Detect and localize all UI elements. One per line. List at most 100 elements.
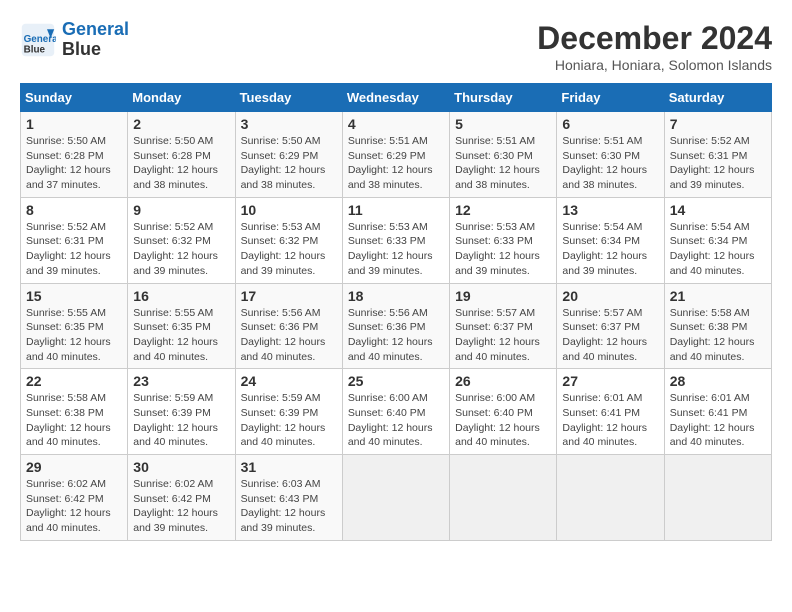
- day-number: 8: [26, 202, 122, 218]
- day-info: Sunrise: 5:56 AM Sunset: 6:36 PM Dayligh…: [348, 306, 444, 365]
- day-info: Sunrise: 5:55 AM Sunset: 6:35 PM Dayligh…: [26, 306, 122, 365]
- day-number: 13: [562, 202, 658, 218]
- calendar-cell: 16Sunrise: 5:55 AM Sunset: 6:35 PM Dayli…: [128, 283, 235, 369]
- calendar-cell: 26 Sunrise: 6:00 AM Sunset: 6:40 PM Dayli…: [450, 369, 557, 455]
- day-number: 30: [133, 459, 229, 475]
- calendar-cell: 19 Sunrise: 5:57 AM Sunset: 6:37 PM Dayli…: [450, 283, 557, 369]
- calendar-week-5: 29 Sunrise: 6:02 AM Sunset: 6:42 PM Dayli…: [21, 455, 772, 541]
- calendar-week-4: 22 Sunrise: 5:58 AM Sunset: 6:38 PM Dayli…: [21, 369, 772, 455]
- calendar-cell: 30Sunrise: 6:02 AM Sunset: 6:42 PM Dayli…: [128, 455, 235, 541]
- day-number: 29: [26, 459, 122, 475]
- day-number: 12: [455, 202, 551, 218]
- day-number: 23: [133, 373, 229, 389]
- day-info: Sunrise: 5:51 AM Sunset: 6:30 PM Dayligh…: [562, 134, 658, 193]
- day-info: Sunrise: 5:52 AM Sunset: 6:31 PM Dayligh…: [26, 220, 122, 279]
- calendar-header: SundayMondayTuesdayWednesdayThursdayFrid…: [21, 84, 772, 112]
- day-number: 4: [348, 116, 444, 132]
- column-header-wednesday: Wednesday: [342, 84, 449, 112]
- calendar-cell: 28 Sunrise: 6:01 AM Sunset: 6:41 PM Dayli…: [664, 369, 771, 455]
- calendar-cell: 4 Sunrise: 5:51 AM Sunset: 6:29 PM Daylig…: [342, 112, 449, 198]
- day-info: Sunrise: 5:58 AM Sunset: 6:38 PM Dayligh…: [670, 306, 766, 365]
- logo: General Blue General Blue: [20, 20, 129, 60]
- calendar-cell: 6 Sunrise: 5:51 AM Sunset: 6:30 PM Daylig…: [557, 112, 664, 198]
- day-info: Sunrise: 5:51 AM Sunset: 6:30 PM Dayligh…: [455, 134, 551, 193]
- calendar-cell: 7Sunrise: 5:52 AM Sunset: 6:31 PM Daylig…: [664, 112, 771, 198]
- day-info: Sunrise: 5:56 AM Sunset: 6:36 PM Dayligh…: [241, 306, 337, 365]
- day-number: 5: [455, 116, 551, 132]
- calendar-cell: 22 Sunrise: 5:58 AM Sunset: 6:38 PM Dayli…: [21, 369, 128, 455]
- day-number: 28: [670, 373, 766, 389]
- day-number: 19: [455, 288, 551, 304]
- calendar-week-3: 15 Sunrise: 5:55 AM Sunset: 6:35 PM Dayli…: [21, 283, 772, 369]
- day-number: 15: [26, 288, 122, 304]
- day-info: Sunrise: 5:51 AM Sunset: 6:29 PM Dayligh…: [348, 134, 444, 193]
- calendar-cell: 25 Sunrise: 6:00 AM Sunset: 6:40 PM Dayli…: [342, 369, 449, 455]
- day-number: 18: [348, 288, 444, 304]
- day-number: 6: [562, 116, 658, 132]
- day-info: Sunrise: 5:53 AM Sunset: 6:32 PM Dayligh…: [241, 220, 337, 279]
- calendar-cell: 17 Sunrise: 5:56 AM Sunset: 6:36 PM Dayli…: [235, 283, 342, 369]
- day-info: Sunrise: 5:50 AM Sunset: 6:28 PM Dayligh…: [26, 134, 122, 193]
- day-number: 26: [455, 373, 551, 389]
- column-header-saturday: Saturday: [664, 84, 771, 112]
- day-number: 9: [133, 202, 229, 218]
- column-header-sunday: Sunday: [21, 84, 128, 112]
- day-info: Sunrise: 5:59 AM Sunset: 6:39 PM Dayligh…: [241, 391, 337, 450]
- column-header-friday: Friday: [557, 84, 664, 112]
- day-info: Sunrise: 5:52 AM Sunset: 6:32 PM Dayligh…: [133, 220, 229, 279]
- calendar-cell: 20Sunrise: 5:57 AM Sunset: 6:37 PM Dayli…: [557, 283, 664, 369]
- calendar-table: SundayMondayTuesdayWednesdayThursdayFrid…: [20, 83, 772, 541]
- day-info: Sunrise: 6:03 AM Sunset: 6:43 PM Dayligh…: [241, 477, 337, 536]
- day-number: 1: [26, 116, 122, 132]
- day-info: Sunrise: 6:00 AM Sunset: 6:40 PM Dayligh…: [348, 391, 444, 450]
- calendar-cell: 11 Sunrise: 5:53 AM Sunset: 6:33 PM Dayli…: [342, 197, 449, 283]
- calendar-week-2: 8 Sunrise: 5:52 AM Sunset: 6:31 PM Daylig…: [21, 197, 772, 283]
- day-number: 11: [348, 202, 444, 218]
- day-info: Sunrise: 5:55 AM Sunset: 6:35 PM Dayligh…: [133, 306, 229, 365]
- day-number: 25: [348, 373, 444, 389]
- logo-icon: General Blue: [20, 22, 56, 58]
- day-info: Sunrise: 6:00 AM Sunset: 6:40 PM Dayligh…: [455, 391, 551, 450]
- day-info: Sunrise: 6:02 AM Sunset: 6:42 PM Dayligh…: [26, 477, 122, 536]
- calendar-cell: 29 Sunrise: 6:02 AM Sunset: 6:42 PM Dayli…: [21, 455, 128, 541]
- day-number: 27: [562, 373, 658, 389]
- day-number: 21: [670, 288, 766, 304]
- calendar-cell: 8 Sunrise: 5:52 AM Sunset: 6:31 PM Daylig…: [21, 197, 128, 283]
- day-number: 17: [241, 288, 337, 304]
- day-number: 2: [133, 116, 229, 132]
- logo-line2: Blue: [62, 39, 101, 59]
- calendar-cell: 21 Sunrise: 5:58 AM Sunset: 6:38 PM Dayli…: [664, 283, 771, 369]
- month-title: December 2024: [537, 20, 772, 57]
- calendar-cell: [450, 455, 557, 541]
- calendar-cell: 2Sunrise: 5:50 AM Sunset: 6:28 PM Daylig…: [128, 112, 235, 198]
- calendar-cell: 23Sunrise: 5:59 AM Sunset: 6:39 PM Dayli…: [128, 369, 235, 455]
- calendar-cell: 3Sunrise: 5:50 AM Sunset: 6:29 PM Daylig…: [235, 112, 342, 198]
- day-number: 10: [241, 202, 337, 218]
- day-info: Sunrise: 5:53 AM Sunset: 6:33 PM Dayligh…: [348, 220, 444, 279]
- day-info: Sunrise: 5:54 AM Sunset: 6:34 PM Dayligh…: [670, 220, 766, 279]
- day-info: Sunrise: 5:52 AM Sunset: 6:31 PM Dayligh…: [670, 134, 766, 193]
- calendar-cell: 5 Sunrise: 5:51 AM Sunset: 6:30 PM Daylig…: [450, 112, 557, 198]
- calendar-cell: 10 Sunrise: 5:53 AM Sunset: 6:32 PM Dayli…: [235, 197, 342, 283]
- day-number: 22: [26, 373, 122, 389]
- page-header: General Blue General Blue December 2024 …: [20, 20, 772, 73]
- calendar-cell: 13 Sunrise: 5:54 AM Sunset: 6:34 PM Dayli…: [557, 197, 664, 283]
- day-number: 31: [241, 459, 337, 475]
- calendar-cell: [664, 455, 771, 541]
- day-info: Sunrise: 5:54 AM Sunset: 6:34 PM Dayligh…: [562, 220, 658, 279]
- column-header-tuesday: Tuesday: [235, 84, 342, 112]
- calendar-cell: [342, 455, 449, 541]
- day-info: Sunrise: 6:01 AM Sunset: 6:41 PM Dayligh…: [670, 391, 766, 450]
- calendar-cell: 1 Sunrise: 5:50 AM Sunset: 6:28 PM Daylig…: [21, 112, 128, 198]
- day-info: Sunrise: 5:53 AM Sunset: 6:33 PM Dayligh…: [455, 220, 551, 279]
- calendar-week-1: 1 Sunrise: 5:50 AM Sunset: 6:28 PM Daylig…: [21, 112, 772, 198]
- day-info: Sunrise: 5:58 AM Sunset: 6:38 PM Dayligh…: [26, 391, 122, 450]
- day-info: Sunrise: 5:57 AM Sunset: 6:37 PM Dayligh…: [562, 306, 658, 365]
- calendar-cell: 31 Sunrise: 6:03 AM Sunset: 6:43 PM Dayli…: [235, 455, 342, 541]
- calendar-cell: 24 Sunrise: 5:59 AM Sunset: 6:39 PM Dayli…: [235, 369, 342, 455]
- day-info: Sunrise: 5:57 AM Sunset: 6:37 PM Dayligh…: [455, 306, 551, 365]
- calendar-cell: 27Sunrise: 6:01 AM Sunset: 6:41 PM Dayli…: [557, 369, 664, 455]
- day-number: 24: [241, 373, 337, 389]
- location-subtitle: Honiara, Honiara, Solomon Islands: [537, 57, 772, 73]
- calendar-cell: 12 Sunrise: 5:53 AM Sunset: 6:33 PM Dayli…: [450, 197, 557, 283]
